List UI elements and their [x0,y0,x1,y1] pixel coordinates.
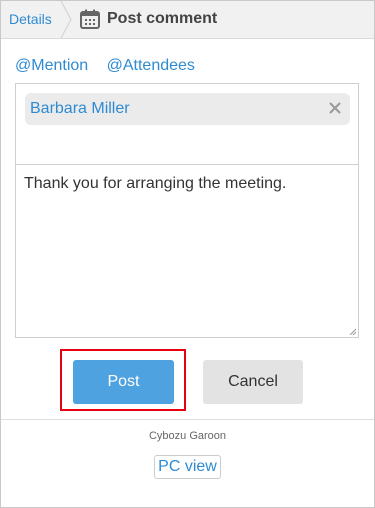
brand-label: Cybozu Garoon [148,430,227,442]
close-icon[interactable] [328,101,342,115]
attendees-link[interactable]: @Attendees [107,57,195,74]
app-frame: Details Post comment @Mention @Attendees… [0,0,375,508]
calendar-icon [80,9,100,29]
post-button[interactable]: Post [73,360,174,404]
comment-editor: Barbara Miller Thank you for arranging t… [15,83,359,338]
editor-divider [16,164,358,165]
comment-textarea[interactable]: Thank you for arranging the meeting. [24,175,286,193]
footer-divider [1,419,374,420]
page-title: Post comment [107,10,218,27]
pc-view-button[interactable]: PC view [154,455,221,479]
breadcrumb-separator-icon [60,1,72,38]
recipient-chip: Barbara Miller [25,93,350,125]
mention-link[interactable]: @Mention [15,57,88,74]
mention-links: @Mention @Attendees [15,57,209,75]
breadcrumb-details-link[interactable]: Details [9,11,52,27]
recipient-name[interactable]: Barbara Miller [30,100,130,118]
header: Details Post comment [1,1,374,39]
cancel-button[interactable]: Cancel [203,360,303,404]
resize-grip-icon[interactable] [349,328,356,335]
